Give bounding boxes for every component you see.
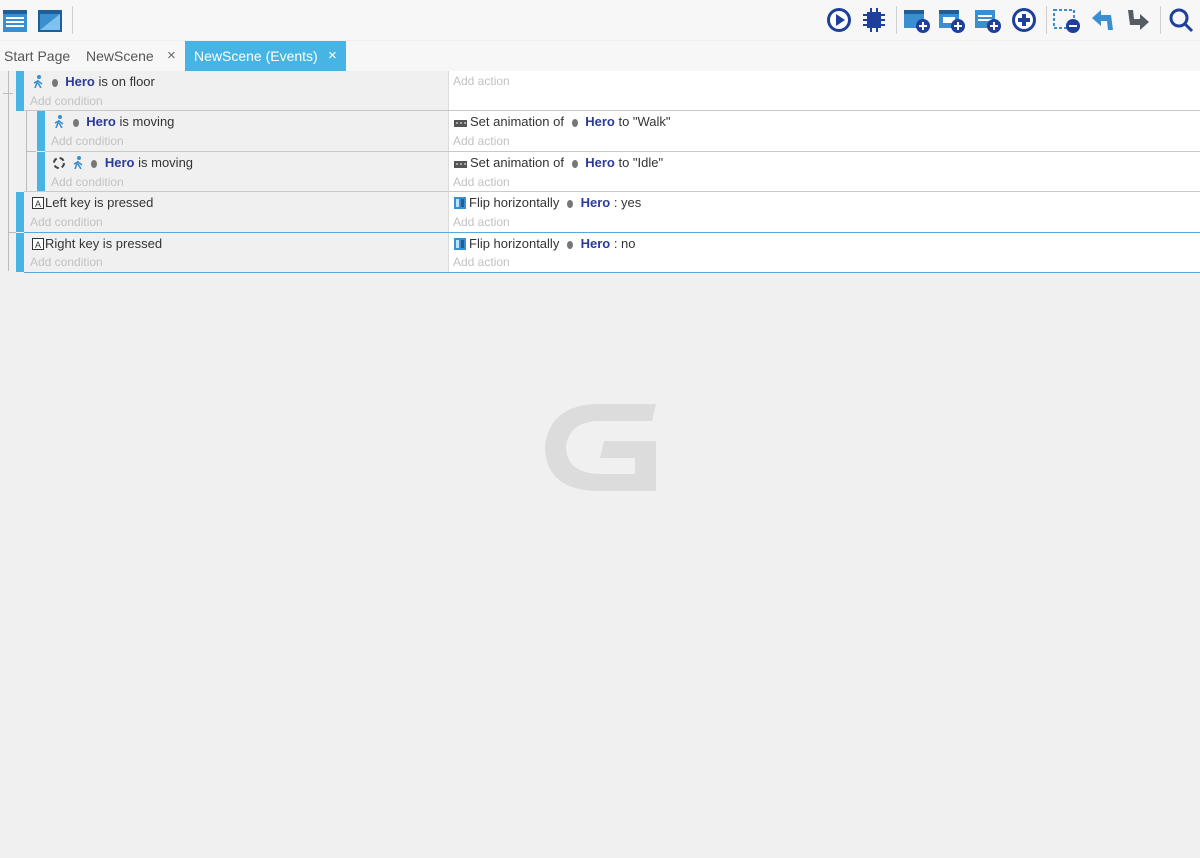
add-action-link[interactable]: Add action [453, 134, 510, 148]
toolbar-separator [72, 6, 73, 34]
event-bar[interactable] [16, 71, 24, 111]
object-name: Hero [580, 195, 611, 210]
condition[interactable]: Hero is on floor [32, 74, 155, 91]
add-action-link[interactable]: Add action [453, 215, 510, 229]
event-bar[interactable] [37, 111, 45, 151]
gdevelop-logo-watermark [540, 396, 660, 496]
action[interactable]: Set animation of Hero to "Idle" [454, 155, 663, 172]
action-value: to "Idle" [618, 155, 664, 170]
add-condition-link[interactable]: Add condition [30, 255, 103, 269]
event-row[interactable]: A Left key is pressed Add condition Flip … [0, 192, 1200, 232]
object-name: Hero [585, 114, 615, 129]
add-more-icon[interactable] [1010, 6, 1038, 34]
object-name: Hero [580, 236, 611, 251]
action-text: Flip horizontally [469, 195, 560, 210]
action-text: Set animation of [470, 114, 564, 129]
action-value: : yes [613, 195, 642, 210]
scene-icon[interactable] [36, 6, 64, 34]
close-icon[interactable]: × [167, 41, 176, 71]
object-name: Hero [104, 155, 135, 170]
svg-text:A: A [35, 240, 41, 250]
tab-label: Start Page [4, 48, 71, 64]
toolbar-separator [1160, 6, 1161, 34]
search-icon[interactable] [1167, 6, 1195, 34]
toolbar-separator [1046, 6, 1047, 34]
condition[interactable]: Hero is moving [53, 114, 174, 131]
add-subevent-icon[interactable] [938, 6, 966, 34]
event-row[interactable]: Hero is moving Add condition Set animati… [0, 152, 1200, 192]
add-condition-link[interactable]: Add condition [51, 175, 124, 189]
event-row[interactable]: Hero is on floor Add condition Add actio… [0, 71, 1200, 111]
tab-label: NewScene (Events) [194, 48, 318, 64]
condition-text: is on floor [98, 74, 155, 89]
close-icon[interactable]: × [328, 41, 337, 71]
condition-text: is moving [119, 114, 175, 129]
delete-icon[interactable] [1053, 6, 1081, 34]
add-condition-link[interactable]: Add condition [30, 94, 103, 108]
redo-icon[interactable] [1124, 6, 1152, 34]
condition[interactable]: Hero is moving [53, 155, 193, 172]
object-sprite-icon [72, 116, 80, 131]
object-name: Hero [86, 114, 116, 129]
add-action-link[interactable]: Add action [453, 255, 510, 269]
toolbar [0, 0, 1200, 40]
add-comment-icon[interactable] [974, 6, 1002, 34]
invert-condition-icon [53, 157, 65, 172]
event-row[interactable]: A Right key is pressed Add condition Flip… [0, 233, 1200, 272]
add-event-icon[interactable] [903, 6, 931, 34]
object-sprite-icon [571, 157, 579, 172]
event-sheet: Hero is on floor Add condition Add actio… [0, 71, 1200, 273]
object-sprite-icon [566, 197, 574, 212]
svg-text:A: A [35, 199, 41, 209]
walking-icon [53, 115, 65, 131]
condition-text: is moving [138, 155, 194, 170]
action-value: to "Walk" [618, 114, 671, 129]
flip-icon [454, 197, 466, 212]
action[interactable]: Flip horizontally Hero : no [454, 236, 636, 253]
flip-icon [454, 238, 466, 253]
object-sprite-icon [51, 76, 59, 91]
tab-newscene[interactable]: NewScene × [86, 41, 184, 71]
action-value: : no [613, 236, 636, 251]
action-text: Flip horizontally [469, 236, 560, 251]
event-sheet-icon[interactable] [2, 6, 30, 34]
condition-text: Right key is pressed [45, 236, 163, 251]
add-action-link[interactable]: Add action [453, 74, 510, 88]
tab-bar: Start Page NewScene × NewScene (Events) … [0, 41, 1200, 71]
condition[interactable]: A Left key is pressed [32, 195, 153, 212]
event-bar[interactable] [16, 192, 24, 232]
object-sprite-icon [90, 157, 98, 172]
walking-icon [72, 156, 84, 172]
row-divider-selected [24, 272, 1200, 273]
event-bar[interactable] [37, 152, 45, 191]
keyboard-key-icon: A [32, 238, 44, 253]
action[interactable]: Flip horizontally Hero : yes [454, 195, 641, 212]
walking-icon [32, 75, 44, 91]
actions-area[interactable] [448, 71, 1200, 111]
add-condition-link[interactable]: Add condition [51, 134, 124, 148]
animation-icon [454, 116, 467, 131]
undo-icon[interactable] [1089, 6, 1117, 34]
condition[interactable]: A Right key is pressed [32, 236, 162, 253]
action[interactable]: Set animation of Hero to "Walk" [454, 114, 671, 131]
toolbar-separator [896, 6, 897, 34]
tab-newscene-events[interactable]: NewScene (Events) × [185, 41, 346, 71]
tab-label: NewScene [86, 48, 154, 64]
action-text: Set animation of [470, 155, 564, 170]
event-row[interactable]: Hero is moving Add condition Set animati… [0, 111, 1200, 151]
debugger-chip-icon[interactable] [860, 6, 888, 34]
object-sprite-icon [566, 238, 574, 253]
event-bar[interactable] [16, 233, 24, 272]
add-action-link[interactable]: Add action [453, 175, 510, 189]
tab-start-page[interactable]: Start Page [4, 41, 76, 71]
object-sprite-icon [571, 116, 579, 131]
object-name: Hero [65, 74, 95, 89]
keyboard-key-icon: A [32, 197, 44, 212]
condition-text: Left key is pressed [45, 195, 154, 210]
add-condition-link[interactable]: Add condition [30, 215, 103, 229]
animation-icon [454, 157, 467, 172]
preview-play-icon[interactable] [825, 6, 853, 34]
object-name: Hero [585, 155, 615, 170]
